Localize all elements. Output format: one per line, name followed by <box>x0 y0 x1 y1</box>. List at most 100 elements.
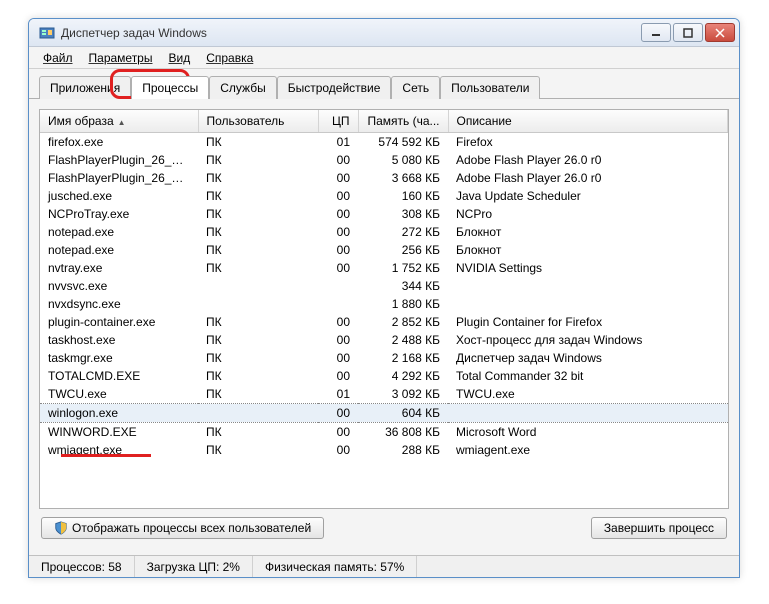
cell-user: ПК <box>198 223 318 241</box>
table-row[interactable]: FlashPlayerPlugin_26_0_0_1...ПК003 668 К… <box>40 169 728 187</box>
cell-cpu: 00 <box>318 423 358 442</box>
show-all-users-button[interactable]: Отображать процессы всех пользователей <box>41 517 324 539</box>
cell-cpu: 00 <box>318 241 358 259</box>
cell-user: ПК <box>198 169 318 187</box>
titlebar[interactable]: Диспетчер задач Windows <box>29 19 739 47</box>
cell-desc: NCPro <box>448 205 728 223</box>
cell-name: winlogon.exe <box>40 404 198 423</box>
cell-desc: Adobe Flash Player 26.0 r0 <box>448 169 728 187</box>
cell-cpu: 00 <box>318 331 358 349</box>
cell-mem: 36 808 КБ <box>358 423 448 442</box>
cell-cpu: 00 <box>318 367 358 385</box>
cell-user <box>198 404 318 423</box>
cell-desc: Adobe Flash Player 26.0 r0 <box>448 151 728 169</box>
tab-users[interactable]: Пользователи <box>440 76 540 99</box>
cell-desc: Диспетчер задач Windows <box>448 349 728 367</box>
cell-desc: Хост-процесс для задач Windows <box>448 331 728 349</box>
bottom-buttons: Отображать процессы всех пользователей З… <box>39 509 729 539</box>
minimize-button[interactable] <box>641 23 671 42</box>
table-row[interactable]: nvvsvc.exe344 КБ <box>40 277 728 295</box>
table-row[interactable]: notepad.exeПК00272 КББлокнот <box>40 223 728 241</box>
cell-user: ПК <box>198 187 318 205</box>
cell-cpu: 00 <box>318 151 358 169</box>
cell-user: ПК <box>198 367 318 385</box>
cell-mem: 2 168 КБ <box>358 349 448 367</box>
table-row[interactable]: nvxdsync.exe1 880 КБ <box>40 295 728 313</box>
cell-cpu <box>318 295 358 313</box>
tab-applications[interactable]: Приложения <box>39 76 131 99</box>
table-row[interactable]: taskhost.exeПК002 488 КБХост-процесс для… <box>40 331 728 349</box>
cell-mem: 604 КБ <box>358 404 448 423</box>
sort-indicator-icon: ▲ <box>118 118 126 127</box>
cell-name: NCProTray.exe <box>40 205 198 223</box>
table-row[interactable]: TWCU.exeПК013 092 КБTWCU.exe <box>40 385 728 404</box>
cell-mem: 574 592 КБ <box>358 133 448 152</box>
menu-help[interactable]: Справка <box>198 49 261 67</box>
cell-name: FlashPlayerPlugin_26_0_0_1... <box>40 151 198 169</box>
cell-mem: 1 880 КБ <box>358 295 448 313</box>
cell-user: ПК <box>198 441 318 459</box>
table-row[interactable]: jusched.exeПК00160 КБJava Update Schedul… <box>40 187 728 205</box>
status-memory: Физическая память: 57% <box>253 556 417 577</box>
table-row[interactable]: FlashPlayerPlugin_26_0_0_1...ПК005 080 К… <box>40 151 728 169</box>
status-cpu: Загрузка ЦП: 2% <box>135 556 253 577</box>
col-header-mem[interactable]: Память (ча... <box>358 110 448 133</box>
table-row[interactable]: firefox.exeПК01574 592 КБFirefox <box>40 133 728 152</box>
cell-mem: 288 КБ <box>358 441 448 459</box>
table-row[interactable]: NCProTray.exeПК00308 КБNCPro <box>40 205 728 223</box>
table-row[interactable]: winlogon.exe 00604 КБ <box>40 404 728 423</box>
cell-cpu: 00 <box>318 441 358 459</box>
cell-name: WINWORD.EXE <box>40 423 198 442</box>
shield-icon <box>54 521 68 535</box>
process-table-container[interactable]: Имя образа▲ Пользователь ЦП Память (ча..… <box>39 109 729 509</box>
cell-user <box>198 277 318 295</box>
menubar: Файл Параметры Вид Справка <box>29 47 739 69</box>
cell-user: ПК <box>198 423 318 442</box>
maximize-button[interactable] <box>673 23 703 42</box>
cell-mem: 2 488 КБ <box>358 331 448 349</box>
col-header-desc[interactable]: Описание <box>448 110 728 133</box>
cell-desc: NVIDIA Settings <box>448 259 728 277</box>
end-process-button[interactable]: Завершить процесс <box>591 517 727 539</box>
table-row[interactable]: taskmgr.exeПК002 168 КБДиспетчер задач W… <box>40 349 728 367</box>
cell-desc: TWCU.exe <box>448 385 728 404</box>
table-row[interactable]: nvtray.exeПК001 752 КБNVIDIA Settings <box>40 259 728 277</box>
cell-cpu: 00 <box>318 404 358 423</box>
table-row[interactable]: TOTALCMD.EXEПК004 292 КБTotal Commander … <box>40 367 728 385</box>
col-header-cpu[interactable]: ЦП <box>318 110 358 133</box>
table-row[interactable]: wmiagent.exeПК00288 КБwmiagent.exe <box>40 441 728 459</box>
menu-options[interactable]: Параметры <box>81 49 161 67</box>
cell-cpu: 00 <box>318 349 358 367</box>
process-table: Имя образа▲ Пользователь ЦП Память (ча..… <box>40 110 728 459</box>
tab-processes[interactable]: Процессы <box>131 76 209 99</box>
col-header-user[interactable]: Пользователь <box>198 110 318 133</box>
cell-cpu: 00 <box>318 187 358 205</box>
table-row[interactable]: WINWORD.EXEПК0036 808 КБMicrosoft Word <box>40 423 728 442</box>
menu-file[interactable]: Файл <box>35 49 81 67</box>
cell-cpu: 00 <box>318 205 358 223</box>
cell-desc: Блокнот <box>448 241 728 259</box>
cell-name: firefox.exe <box>40 133 198 152</box>
cell-name: TOTALCMD.EXE <box>40 367 198 385</box>
cell-user: ПК <box>198 385 318 404</box>
window-title: Диспетчер задач Windows <box>61 26 639 40</box>
cell-name: wmiagent.exe <box>40 441 198 459</box>
menu-view[interactable]: Вид <box>160 49 198 67</box>
table-row[interactable]: notepad.exeПК00256 КББлокнот <box>40 241 728 259</box>
col-header-name[interactable]: Имя образа▲ <box>40 110 198 133</box>
tabs: Приложения Процессы Службы Быстродействи… <box>29 69 739 99</box>
cell-cpu: 00 <box>318 169 358 187</box>
cell-desc <box>448 404 728 423</box>
cell-user: ПК <box>198 241 318 259</box>
cell-user: ПК <box>198 349 318 367</box>
task-manager-window: Диспетчер задач Windows Файл Параметры В… <box>28 18 740 578</box>
cell-desc: wmiagent.exe <box>448 441 728 459</box>
tab-performance[interactable]: Быстродействие <box>277 76 392 99</box>
table-row[interactable]: plugin-container.exeПК002 852 КБPlugin C… <box>40 313 728 331</box>
close-button[interactable] <box>705 23 735 42</box>
tab-services[interactable]: Службы <box>209 76 276 99</box>
cell-name: taskmgr.exe <box>40 349 198 367</box>
cell-mem: 5 080 КБ <box>358 151 448 169</box>
tab-network[interactable]: Сеть <box>391 76 440 99</box>
cell-cpu: 00 <box>318 259 358 277</box>
